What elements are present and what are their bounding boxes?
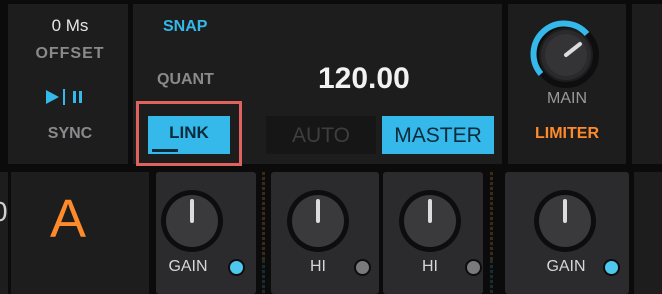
link-button[interactable]: LINK [148, 116, 230, 154]
knob-label: GAIN [168, 258, 208, 275]
main-label: MAIN [547, 90, 587, 107]
auto-button[interactable]: AUTO [266, 116, 376, 154]
gain-led[interactable] [605, 261, 618, 274]
hi-led[interactable] [356, 261, 369, 274]
level-meter [262, 260, 265, 294]
deck-letter: A [50, 189, 87, 249]
limiter-label: LIMITER [535, 125, 599, 142]
offset-label: OFFSET [35, 45, 105, 62]
hi-knob[interactable] [282, 189, 354, 253]
tempo-display[interactable]: 120.00 [318, 62, 410, 96]
deck-partial-digit: 0 [0, 196, 8, 228]
sync-label[interactable]: SYNC [20, 125, 120, 143]
knob-label: HI [310, 258, 326, 275]
deck-left-edge [0, 172, 8, 294]
knob-label: HI [422, 258, 438, 275]
master-label: MASTER [394, 124, 482, 147]
link-indicator-bar [152, 149, 178, 152]
right-edge-panel-bottom [634, 172, 662, 294]
level-meter [490, 260, 493, 294]
play-pause-icon[interactable] [44, 88, 96, 106]
hi-led[interactable] [467, 261, 480, 274]
main-level-knob[interactable] [530, 19, 602, 91]
gain-led[interactable] [230, 261, 243, 274]
snap-button[interactable]: SNAP [163, 18, 207, 36]
hi-knob[interactable] [394, 189, 466, 253]
right-edge-panel [632, 4, 662, 164]
link-label: LINK [169, 123, 209, 142]
offset-value[interactable]: 0 Ms [20, 16, 120, 36]
gain-knob[interactable] [529, 189, 601, 253]
auto-label: AUTO [292, 124, 350, 147]
quant-button[interactable]: QUANT [157, 71, 214, 89]
gain-knob[interactable] [156, 189, 228, 253]
master-button[interactable]: MASTER [382, 116, 494, 154]
knob-label: GAIN [546, 258, 586, 275]
